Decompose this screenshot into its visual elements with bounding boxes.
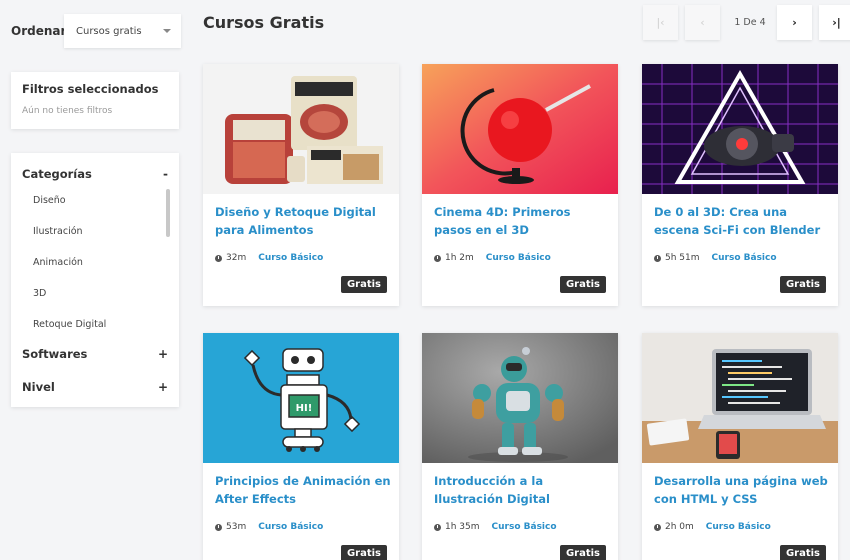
course-title[interactable]: Desarrolla una página web con HTML y CSS xyxy=(654,473,830,508)
course-title[interactable]: De 0 al 3D: Crea una escena Sci-Fi con B… xyxy=(654,204,830,239)
course-duration: 53m xyxy=(226,522,247,532)
selected-filters-empty: Aún no tienes filtros xyxy=(22,106,113,116)
course-card[interactable]: Cinema 4D: Primeros pasos en el 3D 1h 2m… xyxy=(422,64,618,306)
next-page-button[interactable]: › xyxy=(777,5,812,40)
category-item-diseno[interactable]: Diseño xyxy=(33,195,106,226)
course-duration: 1h 2m xyxy=(445,253,474,263)
scifi-scene-image xyxy=(642,64,838,194)
last-page-button[interactable]: ›| xyxy=(819,5,850,40)
collapse-icon[interactable]: - xyxy=(163,167,168,181)
sort-selected-value: Cursos gratis xyxy=(76,25,142,37)
course-duration: 1h 35m xyxy=(445,522,480,532)
course-level[interactable]: Curso Básico xyxy=(486,253,551,263)
categories-header[interactable]: Categorías - xyxy=(11,164,179,184)
pagination: |‹ ‹ 1 De 4 › ›| xyxy=(643,5,850,40)
free-badge: Gratis xyxy=(779,545,826,560)
free-badge: Gratis xyxy=(340,276,387,293)
course-level[interactable]: Curso Básico xyxy=(258,253,323,263)
course-meta: 32m Curso Básico xyxy=(215,253,323,263)
course-meta: 1h 35m Curso Básico xyxy=(434,522,557,532)
sort-select[interactable]: Cursos gratis xyxy=(64,14,181,48)
course-meta: 5h 51m Curso Básico xyxy=(654,253,777,263)
course-level[interactable]: Curso Básico xyxy=(706,522,771,532)
robot-screen-text: HI! xyxy=(296,403,313,414)
globe-lollipop-image xyxy=(422,64,618,194)
course-meta: 1h 2m Curso Básico xyxy=(434,253,551,263)
sort-label: Ordenar xyxy=(11,24,67,38)
course-level[interactable]: Curso Básico xyxy=(492,522,557,532)
clock-icon xyxy=(215,523,222,531)
clock-icon xyxy=(654,254,661,262)
course-meta: 53m Curso Básico xyxy=(215,522,323,532)
categories-title: Categorías xyxy=(22,167,92,181)
category-item-3d[interactable]: 3D xyxy=(33,288,106,319)
course-duration: 5h 51m xyxy=(665,253,700,263)
robot-illustration-image: HI! xyxy=(203,333,399,463)
food-packaging-image xyxy=(203,64,399,194)
course-duration: 2h 0m xyxy=(665,522,694,532)
free-badge: Gratis xyxy=(340,545,387,560)
course-thumbnail xyxy=(203,64,399,194)
course-thumbnail xyxy=(422,64,618,194)
course-title[interactable]: Principios de Animación en After Effects xyxy=(215,473,391,508)
first-page-button[interactable]: |‹ xyxy=(643,5,678,40)
clock-icon xyxy=(434,523,441,531)
expand-icon[interactable]: + xyxy=(158,347,168,361)
category-list: Diseño Ilustración Animación 3D Retoque … xyxy=(33,195,106,350)
course-title[interactable]: Introducción a la Ilustración Digital xyxy=(434,473,610,508)
page-indicator: 1 De 4 xyxy=(734,17,766,28)
prev-page-button[interactable]: ‹ xyxy=(685,5,720,40)
nivel-title: Nivel xyxy=(22,380,55,394)
category-item-ilustracion[interactable]: Ilustración xyxy=(33,226,106,257)
course-card[interactable]: De 0 al 3D: Crea una escena Sci-Fi con B… xyxy=(642,64,838,306)
course-level[interactable]: Curso Básico xyxy=(712,253,777,263)
selected-filters-title: Filtros seleccionados xyxy=(22,82,159,96)
course-card[interactable]: HI! Principios de Animación en After Eff… xyxy=(203,333,399,560)
softwares-title: Softwares xyxy=(22,347,88,361)
clock-icon xyxy=(654,523,661,531)
course-duration: 32m xyxy=(226,253,247,263)
clock-icon xyxy=(434,254,441,262)
course-thumbnail xyxy=(422,333,618,463)
chevron-down-icon xyxy=(163,29,171,33)
laptop-code-image xyxy=(642,333,838,463)
course-card[interactable]: Diseño y Retoque Digital para Alimentos … xyxy=(203,64,399,306)
free-badge: Gratis xyxy=(559,276,606,293)
free-badge: Gratis xyxy=(779,276,826,293)
nivel-header[interactable]: Nivel + xyxy=(11,377,179,397)
course-level[interactable]: Curso Básico xyxy=(258,522,323,532)
free-badge: Gratis xyxy=(559,545,606,560)
course-thumbnail: HI! xyxy=(203,333,399,463)
category-scrollbar[interactable] xyxy=(166,189,170,237)
softwares-header[interactable]: Softwares + xyxy=(11,344,179,364)
course-thumbnail xyxy=(642,64,838,194)
course-card[interactable]: Introducción a la Ilustración Digital 1h… xyxy=(422,333,618,560)
sort-row: Ordenar Cursos gratis xyxy=(11,14,181,48)
filter-panel: Categorías - Diseño Ilustración Animació… xyxy=(11,153,179,407)
course-title[interactable]: Diseño y Retoque Digital para Alimentos xyxy=(215,204,391,239)
robot-character-image xyxy=(422,333,618,463)
course-card[interactable]: Desarrolla una página web con HTML y CSS… xyxy=(642,333,838,560)
category-item-animacion[interactable]: Animación xyxy=(33,257,106,288)
course-title[interactable]: Cinema 4D: Primeros pasos en el 3D xyxy=(434,204,610,239)
clock-icon xyxy=(215,254,222,262)
course-thumbnail xyxy=(642,333,838,463)
selected-filters-panel: Filtros seleccionados Aún no tienes filt… xyxy=(11,72,179,129)
page-title: Cursos Gratis xyxy=(203,13,325,32)
expand-icon[interactable]: + xyxy=(158,380,168,394)
course-meta: 2h 0m Curso Básico xyxy=(654,522,771,532)
